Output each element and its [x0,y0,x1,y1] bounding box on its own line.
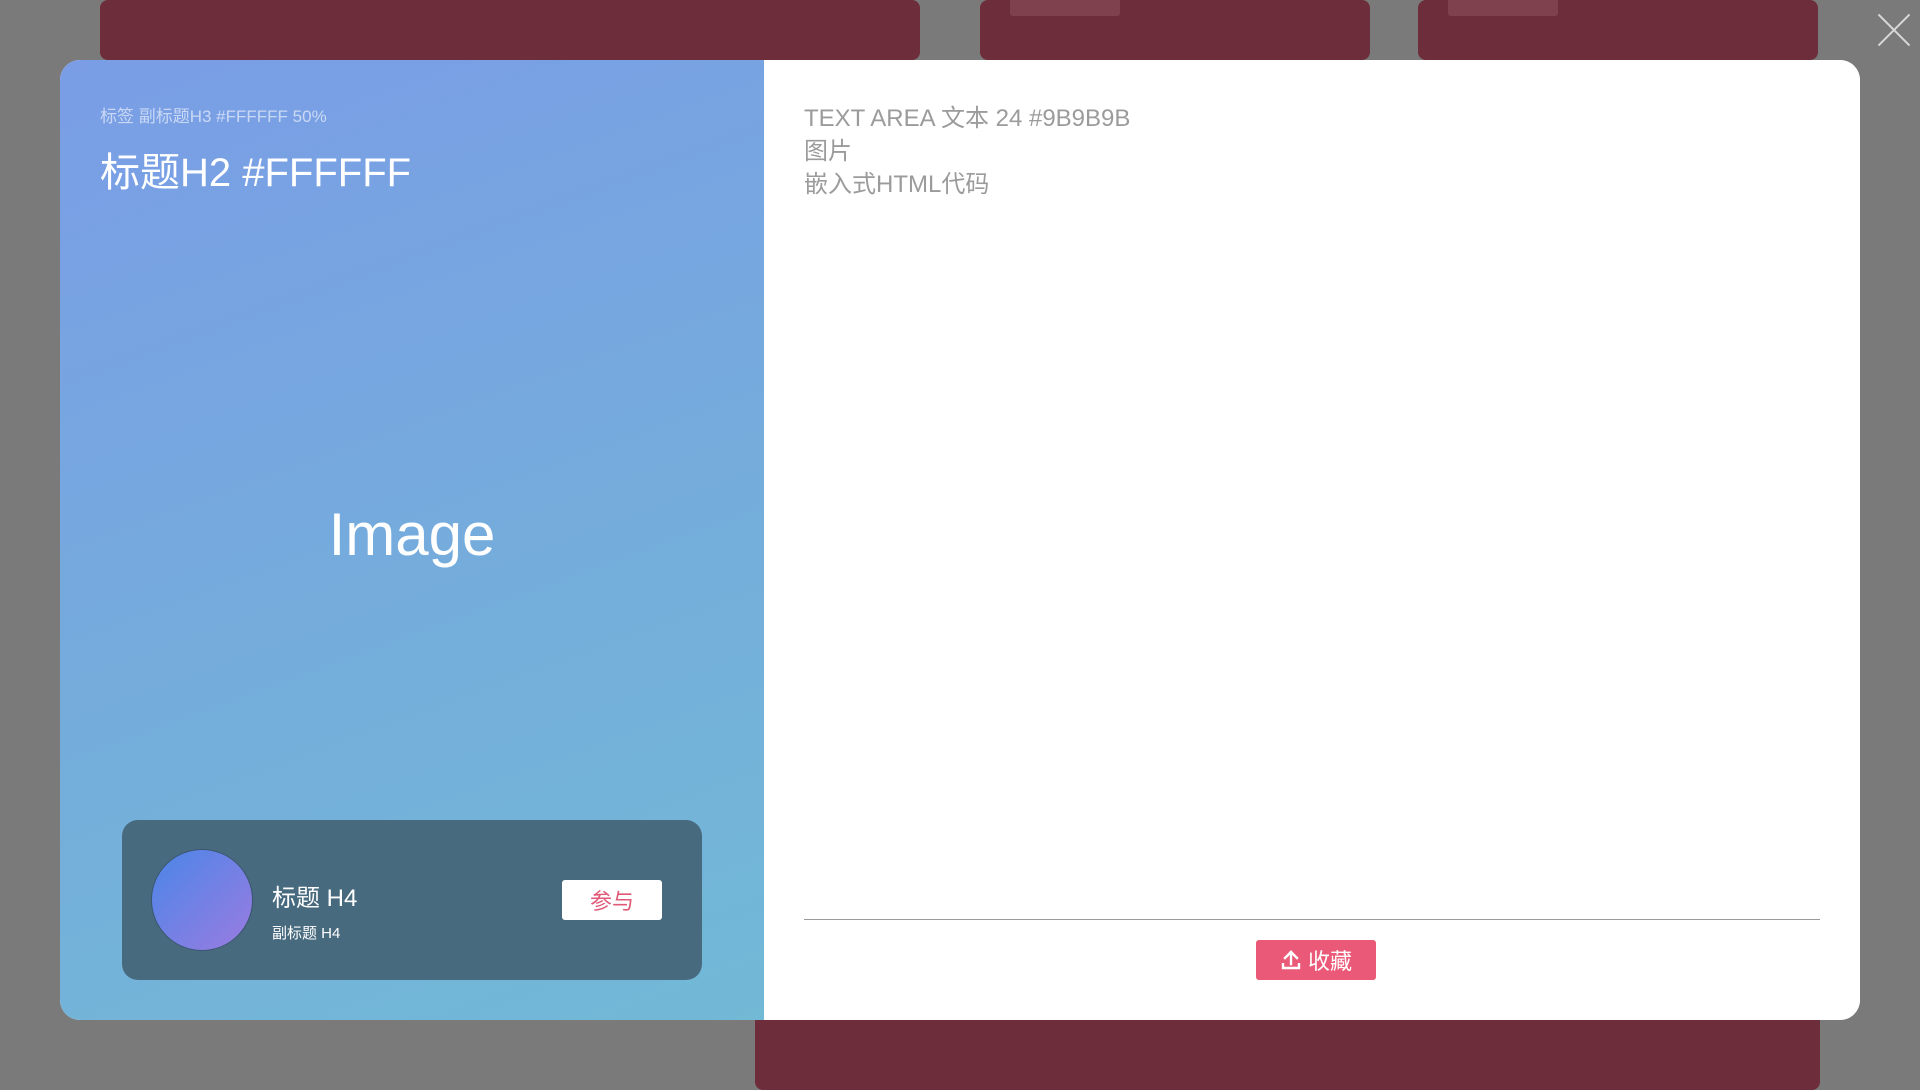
background-card-label [1010,0,1120,16]
background-card-4 [755,1010,1820,1090]
divider [804,919,1820,920]
modal-right-pane: TEXT AREA 文本 24 #9B9B9B 图片 嵌入式HTML代码 收藏 [764,60,1860,1020]
close-icon[interactable] [1870,10,1910,50]
favorite-label: 收藏 [1307,949,1352,974]
avatar [152,850,252,950]
profile-card: 标题 H4 副标题 H4 参与 [122,820,702,980]
join-button[interactable]: 参与 [562,880,662,920]
tag-subtitle: 标签 副标题H3 #FFFFFF 50% [100,107,327,126]
text-area-line: TEXT AREA 文本 24 #9B9B9B [804,105,1131,132]
text-area: TEXT AREA 文本 24 #9B9B9B 图片 嵌入式HTML代码 [804,102,1130,201]
background-card-1 [100,0,920,60]
detail-modal: 标签 副标题H3 #FFFFFF 50% 标题H2 #FFFFFF Image … [60,60,1860,1020]
background-card-3 [1418,0,1818,60]
image-placeholder: Image [328,501,496,568]
profile-subtitle: 副标题 H4 [272,925,341,942]
upload-icon [1280,949,1302,971]
favorite-button[interactable]: 收藏 [1256,940,1376,980]
text-area-line: 嵌入式HTML代码 [804,171,990,198]
profile-title: 标题 H4 [272,885,358,912]
modal-left-pane: 标签 副标题H3 #FFFFFF 50% 标题H2 #FFFFFF Image … [60,60,764,1020]
text-area-line: 图片 [804,138,852,165]
background-card-2 [980,0,1370,60]
modal-title: 标题H2 #FFFFFF [100,151,412,195]
background-card-label [1448,0,1558,16]
